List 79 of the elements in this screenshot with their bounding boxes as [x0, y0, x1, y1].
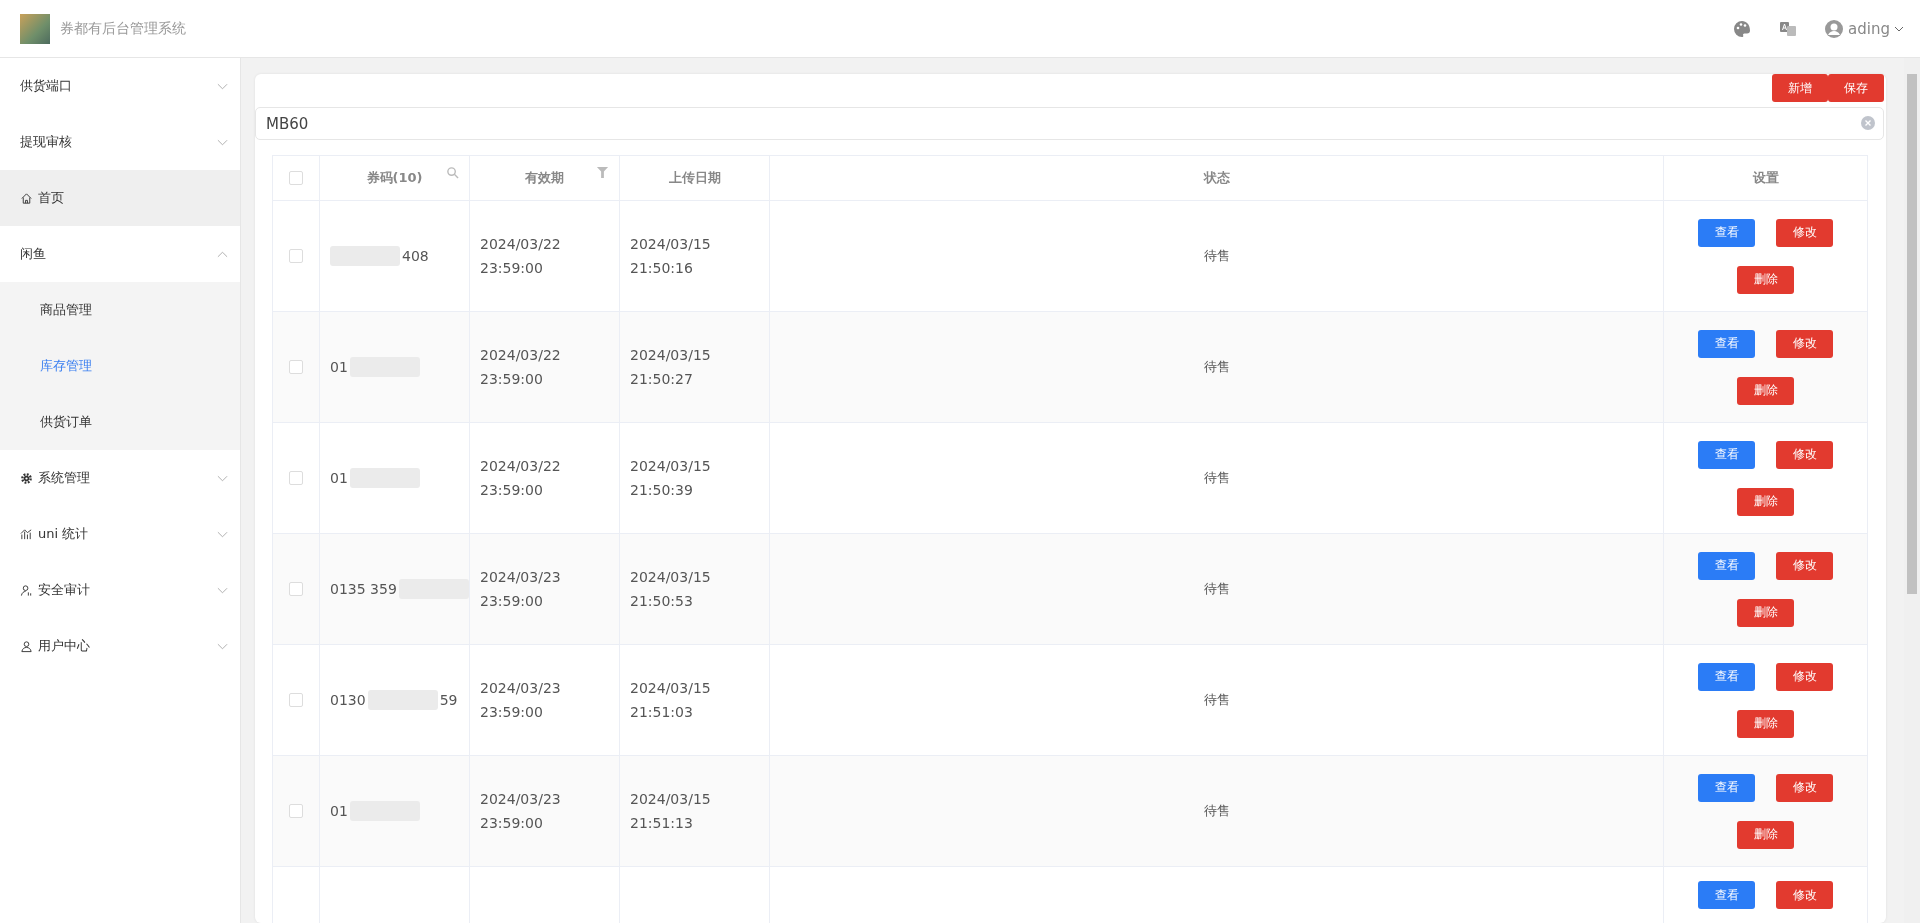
scrollbar[interactable] [1904, 58, 1920, 923]
palette-icon[interactable] [1732, 18, 1753, 39]
edit-button[interactable]: 修改 [1776, 218, 1833, 247]
delete-button[interactable]: 删除 [1737, 709, 1794, 738]
avatar-icon [1824, 18, 1845, 39]
column-header: 有效期 [525, 169, 564, 187]
status-text: 待售 [1203, 691, 1230, 709]
home-icon [20, 191, 33, 205]
search-field[interactable]: MB60 [255, 107, 1884, 140]
sidebar-item[interactable]: 首页 [0, 170, 240, 226]
upload-date: 2024/03/15 21:51:13 [630, 790, 711, 833]
row-checkbox[interactable] [289, 582, 303, 596]
delete-button[interactable]: 删除 [1737, 487, 1794, 516]
view-button[interactable]: 查看 [1698, 440, 1755, 469]
coupon-code: 59 [439, 692, 458, 708]
view-button[interactable]: 查看 [1698, 218, 1755, 247]
select-all-checkbox[interactable] [289, 171, 303, 185]
caret-icon [1894, 25, 1904, 32]
coupon-code: 01 [330, 470, 348, 486]
gear-icon [20, 471, 33, 485]
filter-icon[interactable] [596, 166, 609, 179]
sidebar-subitem[interactable]: 库存管理 [0, 338, 240, 394]
column-header: 券码(10) [366, 169, 423, 187]
user-icon [20, 639, 33, 653]
expiry-date: 2024/03/23 23:59:00 [480, 568, 561, 611]
upload-date: 2024/03/15 21:51:03 [630, 679, 711, 722]
coupon-code: 408 [402, 248, 429, 264]
app-title: 券都有后台管理系统 [60, 19, 186, 38]
chart-icon [20, 527, 33, 541]
row-checkbox[interactable] [289, 804, 303, 818]
user-menu[interactable]: ading [1824, 18, 1904, 39]
clear-icon[interactable] [1860, 115, 1876, 131]
column-header: 设置 [1752, 169, 1779, 187]
row-checkbox[interactable] [289, 471, 303, 485]
upload-date: 2024/03/15 21:50:53 [630, 568, 711, 611]
add-button[interactable]: 新增 [1772, 74, 1828, 102]
delete-button[interactable]: 删除 [1737, 265, 1794, 294]
view-button[interactable]: 查看 [1698, 773, 1755, 802]
save-button[interactable]: 保存 [1828, 74, 1884, 102]
status-text: 待售 [1203, 802, 1230, 820]
user-icon [20, 583, 33, 597]
delete-button[interactable]: 删除 [1737, 376, 1794, 405]
coupon-code: 0135 359 [330, 581, 397, 597]
expiry-date: 2024/03/22 23:59:00 [480, 235, 561, 278]
expiry-date: 2024/03/23 23:59:00 [480, 679, 561, 722]
status-text: 待售 [1203, 469, 1230, 487]
column-header: 上传日期 [668, 169, 721, 187]
edit-button[interactable]: 修改 [1776, 662, 1833, 691]
sidebar-subitem[interactable]: 商品管理 [0, 282, 240, 338]
delete-button[interactable]: 删除 [1737, 820, 1794, 849]
row-checkbox[interactable] [289, 693, 303, 707]
upload-date: 2024/03/15 21:50:39 [630, 457, 711, 500]
edit-button[interactable]: 修改 [1776, 329, 1833, 358]
delete-button[interactable]: 删除 [1737, 598, 1794, 627]
row-checkbox[interactable] [289, 360, 303, 374]
upload-date: 2024/03/15 21:50:16 [630, 235, 711, 278]
view-button[interactable]: 查看 [1698, 329, 1755, 358]
status-text: 待售 [1203, 247, 1230, 265]
search-icon[interactable] [446, 166, 459, 179]
expiry-date: 2024/03/22 23:59:00 [480, 457, 561, 500]
sidebar-subitem[interactable]: 供货订单 [0, 394, 240, 450]
edit-button[interactable]: 修改 [1776, 881, 1833, 909]
row-checkbox[interactable] [289, 249, 303, 263]
coupon-code: 01 [330, 803, 348, 819]
expiry-date: 2024/03/23 23:59:00 [480, 790, 561, 833]
coupon-code: 01 [330, 359, 348, 375]
view-button[interactable]: 查看 [1698, 881, 1755, 909]
logo-picture [20, 13, 50, 44]
edit-button[interactable]: 修改 [1776, 773, 1833, 802]
view-button[interactable]: 查看 [1698, 662, 1755, 691]
expiry-date: 2024/03/22 23:59:00 [480, 346, 561, 389]
view-button[interactable]: 查看 [1698, 551, 1755, 580]
column-header: 状态 [1203, 169, 1230, 187]
edit-button[interactable]: 修改 [1776, 551, 1833, 580]
coupon-code: 0130 [330, 692, 366, 708]
edit-button[interactable]: 修改 [1776, 440, 1833, 469]
status-text: 待售 [1203, 580, 1230, 598]
status-text: 待售 [1203, 358, 1230, 376]
upload-date: 2024/03/15 21:50:27 [630, 346, 711, 389]
